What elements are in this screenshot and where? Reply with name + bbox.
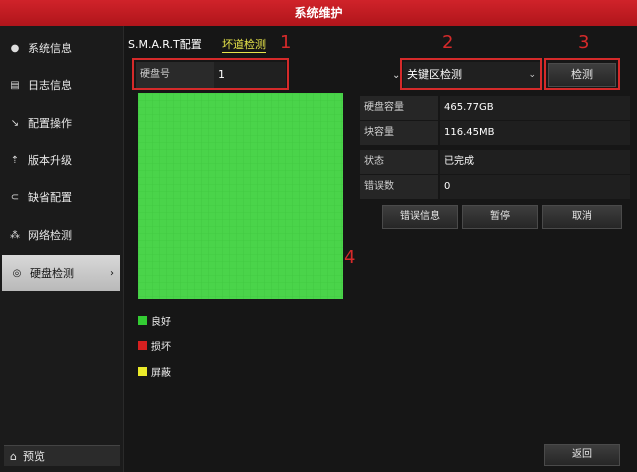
info-icon: ● [10, 42, 20, 54]
disk-capacity-label: 硬盘容量 [360, 96, 438, 120]
error-count-row: 错误数 0 [360, 175, 630, 199]
config-icon: ↘ [10, 117, 20, 129]
sidebar-item-config[interactable]: ↘ 配置操作 [0, 105, 123, 141]
annotation-box-3 [544, 58, 620, 90]
tab-smart-config[interactable]: S.M.A.R.T配置 [128, 36, 202, 52]
sidebar-item-log-info[interactable]: ▤ 日志信息 [0, 67, 123, 103]
block-capacity-row: 块容量 116.45MB [360, 121, 630, 145]
log-icon: ▤ [10, 79, 20, 91]
annotation-4: 4 [344, 247, 356, 268]
annotation-3: 3 [578, 32, 590, 53]
disk-block-grid [138, 93, 343, 299]
block-capacity-value: 116.45MB [440, 121, 630, 145]
annotation-1: 1 [280, 32, 292, 53]
legend-good: 良好 [138, 313, 171, 328]
preview-label: 预览 [22, 450, 45, 463]
annotation-2: 2 [442, 32, 454, 53]
sidebar-item-default[interactable]: ⊂ 缺省配置 [0, 179, 123, 215]
sidebar-item-label: 缺省配置 [28, 191, 72, 204]
annotation-box-2 [400, 58, 542, 90]
disk-capacity-value: 465.77GB [440, 96, 630, 120]
sidebar-item-label: 配置操作 [28, 117, 72, 130]
tab-bad-sector-check[interactable]: 坏道检测 [222, 36, 266, 53]
disk-block-map [138, 93, 343, 299]
main-panel: S.M.A.R.T配置 坏道检测 1 2 3 4 硬盘号 1 ⌄ 关键区检测 ⌄… [124, 26, 637, 472]
cancel-button[interactable]: 取消 [542, 205, 622, 229]
legend-masked: 屏蔽 [138, 364, 171, 379]
status-value: 已完成 [440, 150, 630, 174]
sidebar-item-label: 日志信息 [28, 79, 72, 92]
status-label: 状态 [360, 150, 438, 174]
sidebar-item-label: 网络检测 [28, 229, 72, 242]
legend-swatch-masked [138, 367, 147, 376]
disk-icon: ◎ [12, 267, 22, 279]
sidebar-item-system-info[interactable]: ● 系统信息 [0, 30, 123, 66]
error-info-button[interactable]: 错误信息 [382, 205, 458, 229]
window-title: 系统维护 [0, 0, 637, 26]
network-icon: ⁂ [10, 229, 20, 241]
sidebar-item-label: 版本升级 [28, 154, 72, 167]
sidebar-item-upgrade[interactable]: ⇡ 版本升级 [0, 142, 123, 178]
disk-capacity-row: 硬盘容量 465.77GB [360, 96, 630, 120]
upgrade-icon: ⇡ [10, 154, 20, 166]
default-icon: ⊂ [10, 191, 20, 203]
legend-swatch-damaged [138, 341, 147, 350]
home-icon: ⌂ [10, 449, 17, 463]
back-button[interactable]: 返回 [544, 444, 620, 466]
error-count-value: 0 [440, 175, 630, 199]
sidebar-item-network[interactable]: ⁂ 网络检测 [0, 217, 123, 253]
pause-button[interactable]: 暂停 [462, 205, 538, 229]
sidebar: ● 系统信息 ▤ 日志信息 ↘ 配置操作 ⇡ 版本升级 ⊂ 缺省配置 ⁂ 网络检… [0, 26, 124, 472]
error-count-label: 错误数 [360, 175, 438, 199]
preview-button[interactable]: ⌂ 预览 [4, 445, 120, 466]
annotation-box-1 [132, 58, 289, 90]
chevron-right-icon: › [110, 267, 114, 279]
sidebar-item-label: 硬盘检测 [30, 267, 74, 280]
legend-label-masked: 屏蔽 [151, 368, 171, 379]
block-capacity-label: 块容量 [360, 121, 438, 145]
legend-label-damaged: 损坏 [151, 342, 171, 353]
legend-label-good: 良好 [151, 317, 171, 328]
sidebar-item-disk-check[interactable]: ◎ 硬盘检测 › [2, 255, 120, 291]
legend-damaged: 损坏 [138, 338, 171, 353]
legend-swatch-good [138, 316, 147, 325]
sidebar-item-label: 系统信息 [28, 42, 72, 55]
status-row: 状态 已完成 [360, 150, 630, 174]
